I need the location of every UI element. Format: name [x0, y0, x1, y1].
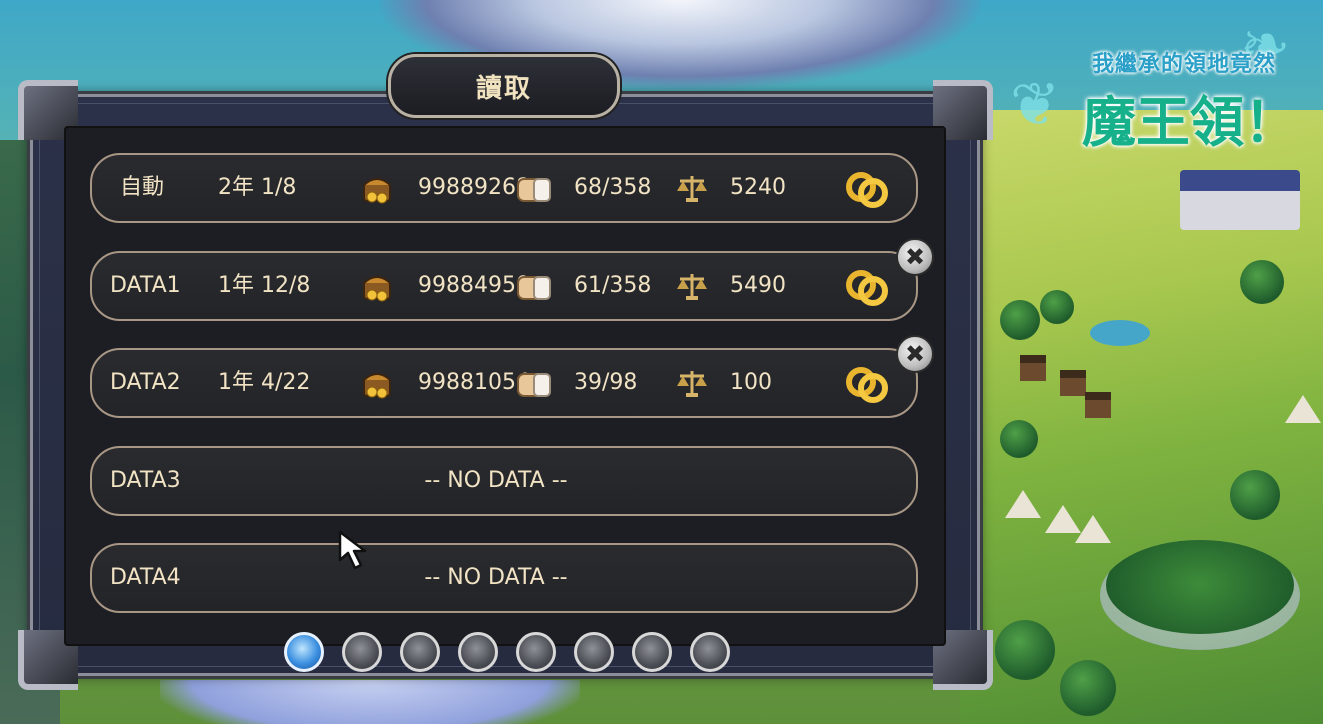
slot-name: DATA1 — [110, 273, 181, 298]
no-data-text: -- NO DATA -- — [424, 565, 568, 590]
slot-name: 自動 — [120, 175, 165, 200]
treasure-chest-icon — [363, 276, 391, 302]
page-dot-5[interactable] — [516, 632, 556, 672]
rings-icon — [846, 172, 888, 208]
slot-name: DATA2 — [110, 370, 181, 395]
slot-date: 2年 1/8 — [218, 175, 297, 200]
page-dot-2[interactable] — [342, 632, 382, 672]
slot-gold: 99889268 — [418, 175, 530, 200]
lake — [1090, 320, 1150, 346]
slot-food: 68/358 — [574, 175, 652, 200]
world-tree — [1100, 540, 1300, 650]
delete-slot-data1-button[interactable]: ✖ — [896, 238, 934, 276]
dialog-title-tab: 讀取 — [388, 54, 620, 118]
logo-title: 魔王領！ — [1082, 90, 1298, 154]
tent — [1285, 395, 1321, 423]
close-icon: ✖ — [904, 340, 926, 368]
page-selector — [284, 632, 730, 672]
slot-gold: 99881054 — [418, 370, 530, 395]
tree — [1230, 470, 1280, 520]
dialog-title: 讀取 — [475, 73, 532, 104]
no-data-text: -- NO DATA -- — [424, 468, 568, 493]
page-dot-4[interactable] — [458, 632, 498, 672]
bread-icon — [517, 276, 551, 300]
bread-icon — [517, 178, 551, 202]
page-dot-8[interactable] — [690, 632, 730, 672]
slot-food: 61/358 — [574, 273, 652, 298]
load-dialog: 讀取 自動 2年 1/8 99889268 68/358 5240 DATA1 — [18, 54, 993, 690]
slot-gold: 99884950 — [418, 273, 530, 298]
mouse-cursor-icon — [338, 530, 367, 570]
empty-slot-label: -- NO DATA -- — [92, 545, 920, 611]
slot-reputation: 5490 — [730, 273, 786, 298]
tree — [1000, 300, 1040, 340]
slot-date: 1年 12/8 — [218, 273, 311, 298]
slot-reputation: 5240 — [730, 175, 786, 200]
page-dot-1[interactable] — [284, 632, 324, 672]
save-slot-data4[interactable]: DATA4 -- NO DATA -- — [90, 543, 918, 613]
close-icon: ✖ — [904, 243, 926, 271]
delete-slot-data2-button[interactable]: ✖ — [896, 335, 934, 373]
tent — [1075, 515, 1111, 543]
village-hut — [1060, 370, 1086, 396]
empty-slot-label: -- NO DATA -- — [92, 448, 920, 514]
village-hut — [1020, 355, 1046, 381]
save-slot-auto[interactable]: 自動 2年 1/8 99889268 68/358 5240 — [90, 153, 918, 223]
tree — [1060, 660, 1116, 716]
tent — [1005, 490, 1041, 518]
rings-icon — [846, 270, 888, 306]
page-dot-7[interactable] — [632, 632, 672, 672]
slot-reputation: 100 — [730, 370, 772, 395]
save-slot-data2[interactable]: DATA2 1年 4/22 99881054 39/98 100 — [90, 348, 918, 418]
balance-scale-icon — [677, 274, 707, 300]
slot-food: 39/98 — [574, 370, 638, 395]
save-slot-data3[interactable]: DATA3 -- NO DATA -- — [90, 446, 918, 516]
tree — [1000, 420, 1038, 458]
balance-scale-icon — [677, 371, 707, 397]
tree — [1040, 290, 1074, 324]
village-hut — [1085, 392, 1111, 418]
page-dot-3[interactable] — [400, 632, 440, 672]
slot-date: 1年 4/22 — [218, 370, 311, 395]
rings-icon — [846, 367, 888, 403]
save-slot-data1[interactable]: DATA1 1年 12/8 99884950 61/358 5490 — [90, 251, 918, 321]
game-logo: ❦ ❧ 我繼承的領地竟然 魔王領！ — [1010, 10, 1323, 240]
tree — [995, 620, 1055, 680]
balance-scale-icon — [677, 176, 707, 202]
tree — [1240, 260, 1284, 304]
logo-subtitle: 我繼承的領地竟然 — [1092, 51, 1277, 77]
treasure-chest-icon — [363, 373, 391, 399]
bread-icon — [517, 373, 551, 397]
treasure-chest-icon — [363, 178, 391, 204]
page-dot-6[interactable] — [574, 632, 614, 672]
vine-ornament-icon: ❦ — [1010, 70, 1061, 140]
